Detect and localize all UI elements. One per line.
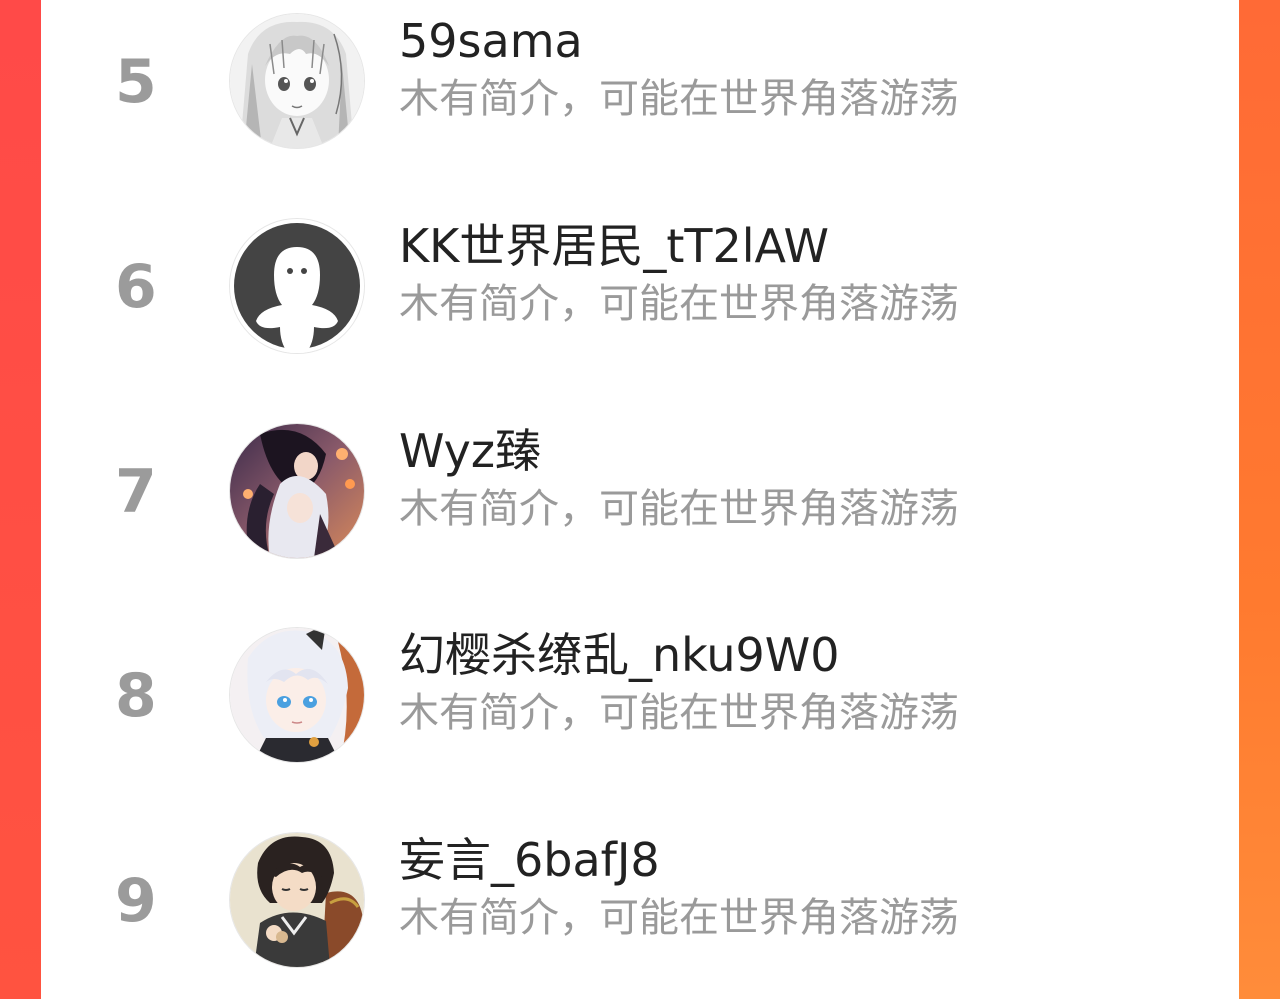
- default-ghost-avatar-icon[interactable]: [230, 219, 364, 353]
- rank-number: 7: [115, 457, 157, 527]
- user-bio: 木有简介，可能在世界角落游荡: [399, 281, 959, 327]
- rank-number: 8: [115, 661, 157, 731]
- ranking-item-9[interactable]: 9 妄言_6bafJ8 木有简介，可能在世界角落游荡: [41, 833, 1239, 973]
- rank-number: 5: [115, 47, 157, 117]
- user-name[interactable]: KK世界居民_tT2lAW: [399, 219, 829, 273]
- dark-hair-boy-avatar-icon[interactable]: [230, 833, 364, 967]
- background-left-edge: [0, 0, 41, 999]
- anime-couple-avatar-icon[interactable]: [230, 424, 364, 558]
- ranking-item-7[interactable]: 7 Wyz臻 木有简介，可能在世界角落游荡: [41, 424, 1239, 564]
- ranking-item-8[interactable]: 8 幻樱杀缭乱_nku9W0 木有简介，可能在世界角落游荡: [41, 628, 1239, 768]
- manga-girl-avatar-icon[interactable]: [230, 14, 364, 148]
- ranking-panel: 5 59sama 木有简介，可能在世界角落游荡 6 KK世界居民_tT2lAW …: [41, 0, 1239, 999]
- user-bio: 木有简介，可能在世界角落游荡: [399, 690, 959, 736]
- user-bio: 木有简介，可能在世界角落游荡: [399, 486, 959, 532]
- user-name[interactable]: Wyz臻: [399, 424, 541, 478]
- rank-number: 6: [115, 252, 157, 322]
- ranking-item-5[interactable]: 5 59sama 木有简介，可能在世界角落游荡: [41, 14, 1239, 154]
- ranking-item-6[interactable]: 6 KK世界居民_tT2lAW 木有简介，可能在世界角落游荡: [41, 219, 1239, 359]
- white-hair-girl-avatar-icon[interactable]: [230, 628, 364, 762]
- user-bio: 木有简介，可能在世界角落游荡: [399, 76, 959, 122]
- user-name[interactable]: 幻樱杀缭乱_nku9W0: [399, 628, 840, 682]
- user-name[interactable]: 妄言_6bafJ8: [399, 833, 660, 887]
- rank-number: 9: [115, 866, 157, 936]
- background-right-edge: [1239, 0, 1280, 999]
- user-bio: 木有简介，可能在世界角落游荡: [399, 895, 959, 941]
- user-name[interactable]: 59sama: [399, 14, 583, 68]
